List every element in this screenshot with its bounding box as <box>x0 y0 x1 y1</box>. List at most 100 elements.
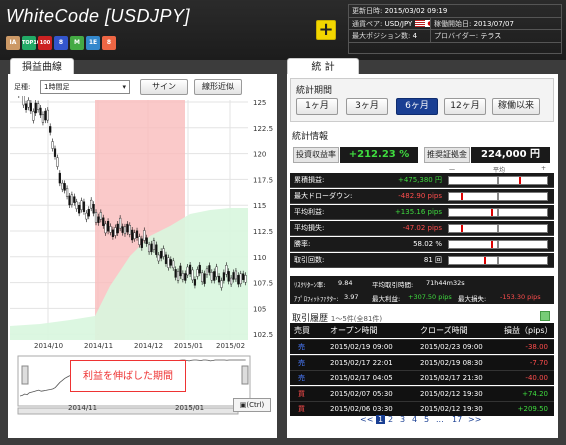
candle-body <box>56 157 59 167</box>
period-3m-button[interactable]: 3ヶ月 <box>346 98 388 115</box>
stat-row: 勝率: 58.02 % <box>290 237 554 252</box>
page-link[interactable]: 3 <box>400 415 405 424</box>
candle-body <box>220 280 223 288</box>
max-loss-label: 最大損失: <box>458 295 487 303</box>
add-favorite-button[interactable]: + <box>316 20 336 40</box>
page-link[interactable]: 2 <box>388 415 393 424</box>
pl-value: -7.70 <box>529 358 548 367</box>
export-icon[interactable] <box>540 311 550 321</box>
candle-body <box>198 264 201 274</box>
candle-body <box>116 223 119 234</box>
period-6m-button[interactable]: 6ヶ月 <box>396 98 438 115</box>
x-tick-label: 2015/02 <box>216 342 245 350</box>
info-start: 稼働開始日: 2013/07/07 <box>431 18 561 30</box>
history-row[interactable]: 買 2015/02/06 03:30 2015/02/12 19:30 +209.50 <box>290 401 554 416</box>
period-all-button[interactable]: 稼働以来 <box>492 98 540 115</box>
period-title: 統計期間 <box>296 86 333 96</box>
navigator-left-handle[interactable] <box>21 365 29 385</box>
annotation-box: 利益を伸ばした期間 <box>70 360 186 392</box>
page-link[interactable]: 1 <box>376 415 386 424</box>
candle-body <box>34 102 37 114</box>
linear-fit-button[interactable]: 線形近似 <box>194 79 242 95</box>
candle-body <box>143 230 146 241</box>
candle-body <box>147 244 151 253</box>
y-tick-label: 102.5 <box>253 331 273 339</box>
candle-body <box>222 272 225 281</box>
app-title: WhiteCode [USDJPY] <box>6 6 191 26</box>
max-profit-label: 最大利益: <box>372 295 401 303</box>
candle-body <box>58 172 61 184</box>
max-loss-value: -153.30 pips <box>500 293 541 301</box>
candle-body <box>145 237 148 244</box>
badge-3-icon: 8 <box>54 36 68 50</box>
candle-body <box>49 126 52 133</box>
candle-body <box>99 212 102 220</box>
history-col-header[interactable]: クローズ時間 <box>420 323 468 338</box>
candle-body <box>44 110 47 121</box>
hold-label: 平均取引時間: <box>372 281 414 289</box>
candle-body <box>68 195 71 206</box>
stat-value: +475,380 円 <box>397 176 442 184</box>
chevron-down-icon: ▾ <box>122 83 126 91</box>
candle-body <box>184 273 187 281</box>
info-update: 更新日時: 2015/03/02 09:19 <box>349 5 561 18</box>
history-col-header[interactable]: 損益（pips） <box>504 323 553 338</box>
y-tick-label: 125 <box>253 99 266 107</box>
x-tick-label: 2014/11 <box>84 342 113 350</box>
page-link[interactable]: 17 <box>452 415 462 424</box>
stat-marker <box>519 177 521 184</box>
stats-title: 統計情報 <box>292 132 329 142</box>
pl-value: +74.20 <box>522 389 548 398</box>
candle-body <box>29 102 32 112</box>
avg-marker <box>497 241 499 248</box>
max-profit-value: +307.50 pips <box>408 293 452 301</box>
page-link[interactable]: << <box>360 415 373 424</box>
candle-body <box>140 238 143 248</box>
extra-stats: ﾘｽｸﾘﾀｰﾝ率: 9.84 平均取引時間: 71h44m32s ｱﾌﾟﾛﾌｨｯ… <box>290 276 554 304</box>
close-time: 2015/02/12 19:30 <box>420 389 483 398</box>
candle-body <box>176 271 180 281</box>
page-link[interactable]: 4 <box>412 415 417 424</box>
page-link[interactable]: ... <box>436 415 444 424</box>
pf-value: 3.97 <box>344 293 359 301</box>
navigator-scrollbar[interactable] <box>17 407 239 415</box>
ashi-select[interactable]: 1時間足 ▾ <box>40 80 130 94</box>
history-row[interactable]: 売 2015/02/19 09:00 2015/02/23 09:00 -38.00 <box>290 339 554 354</box>
stat-bar <box>448 208 548 217</box>
badge-100-icon: 100 <box>38 36 52 50</box>
history-col-header[interactable]: 売買 <box>294 323 310 338</box>
nav-x-label-2: 2015/01 <box>175 404 205 412</box>
stat-value: -47.02 pips <box>402 224 442 232</box>
stat-row: 累積損益: +475,380 円 <box>290 173 554 188</box>
candle-body <box>210 272 213 281</box>
history-row[interactable]: 売 2015/02/17 22:01 2015/02/19 08:30 -7.70 <box>290 354 554 370</box>
top100-icon: TOP100 <box>22 36 44 50</box>
period-12m-button[interactable]: 12ヶ月 <box>444 98 486 115</box>
stat-marker <box>491 209 493 216</box>
candle-body <box>193 279 197 286</box>
page-link[interactable]: 5 <box>424 415 429 424</box>
history-row[interactable]: 売 2015/02/17 04:05 2015/02/17 21:30 -40.00 <box>290 370 554 385</box>
candle-body <box>27 100 30 108</box>
stat-bar <box>448 192 548 201</box>
period-1m-button[interactable]: 1ヶ月 <box>296 98 338 115</box>
stat-value: 58.02 % <box>413 240 442 248</box>
page-link[interactable]: >> <box>468 415 481 424</box>
candle-body <box>157 254 160 262</box>
x-tick-label: 2014/12 <box>134 342 163 350</box>
candle-body <box>131 229 134 241</box>
margin-value: 224,000 円 <box>471 147 550 163</box>
candle-body <box>53 148 57 157</box>
ctrl-paste-button[interactable]: ▣(Ctrl) <box>233 398 271 412</box>
candle-body <box>160 251 163 259</box>
candle-body <box>46 109 49 121</box>
sign-button[interactable]: サイン <box>140 79 188 95</box>
navigator-right-handle[interactable] <box>241 365 249 385</box>
side: 買 <box>298 389 305 398</box>
candle-body <box>63 183 66 191</box>
info-provider: プロバイダー: テラス <box>431 30 561 43</box>
history-row[interactable]: 買 2015/02/07 05:30 2015/02/12 19:30 +74.20 <box>290 385 554 401</box>
candle-body <box>205 268 209 276</box>
history-col-header[interactable]: オープン時間 <box>330 323 378 338</box>
candle-body <box>75 201 78 210</box>
